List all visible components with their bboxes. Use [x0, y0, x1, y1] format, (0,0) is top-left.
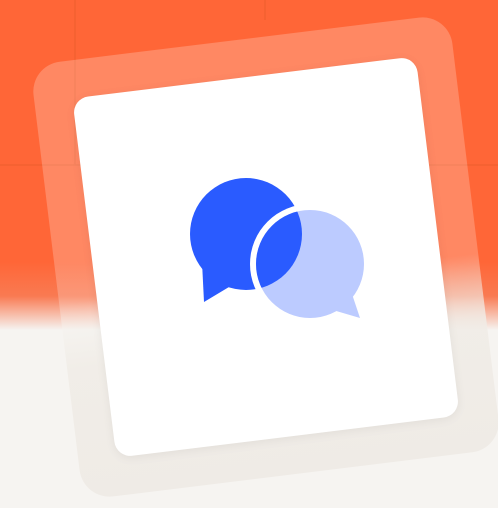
chat-bubbles-icon — [190, 178, 370, 322]
illustration — [0, 0, 498, 508]
